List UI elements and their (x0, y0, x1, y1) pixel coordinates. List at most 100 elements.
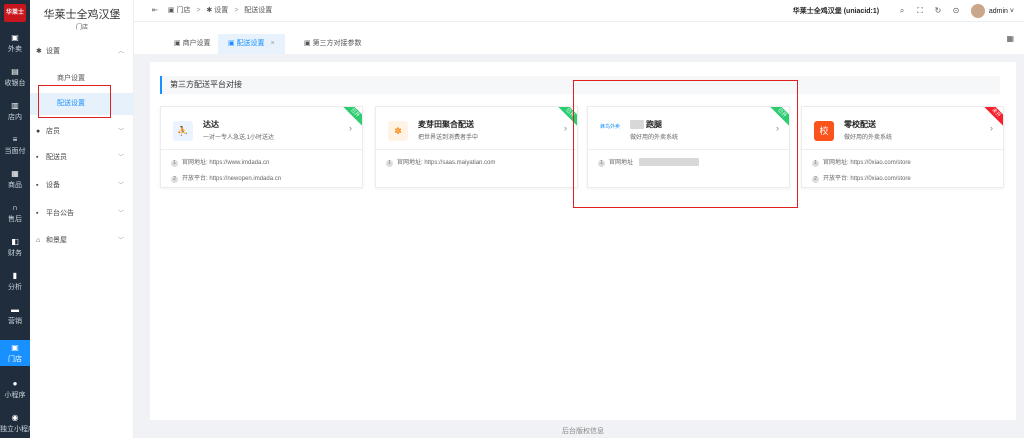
breadcrumb-store[interactable]: 门店 (176, 7, 190, 14)
lock-icon[interactable]: ⊙ (951, 0, 961, 22)
home-icon: ⌂ (36, 237, 41, 244)
nav-item-goods[interactable]: ▦ 商品 (0, 166, 30, 192)
chevron-down-icon: ﹀ (117, 183, 124, 189)
highlight-box-card (573, 80, 798, 208)
breadcrumb-settings[interactable]: 设置 (214, 7, 228, 14)
independent-miniapp-icon: ◉ (11, 413, 19, 422)
finance-icon: ◧ (11, 237, 19, 246)
highlight-box-delivery-menu (38, 85, 111, 118)
chevron-right-icon[interactable]: › (564, 123, 567, 133)
menu-courier[interactable]: ▪ 配送员 ﹀ (30, 150, 134, 166)
notice-icon: ▪ (36, 210, 39, 217)
top-bar: ⇤ ▣ 门店 > ✱ 设置 > 配送设置 华莱士全鸡汉堡 (uniacid:1)… (134, 0, 1024, 22)
card-desc: 把世界送到消费者手中 (418, 135, 479, 141)
nav-item-instore[interactable]: ▥ 店内 (0, 98, 30, 124)
chevron-up-icon: ︿ (117, 49, 124, 55)
store-name: 华莱士全鸡汉堡 (43, 9, 121, 21)
menu-settings[interactable]: ✱ 设置 ︿ (30, 44, 134, 60)
user-icon: ● (36, 128, 41, 135)
card-desc: 做好用的外卖系统 (844, 135, 893, 141)
card-title: 零校配送 (844, 120, 876, 129)
gear-icon: ✱ (36, 48, 42, 55)
card-row: 1 官网地址: https://saas.maiyatian.com (386, 157, 495, 167)
tab-third-party-params[interactable]: ▣ 第三方对接参数 (294, 34, 372, 54)
card-dada[interactable]: 已开 ⛹ 达达 一对一专人急送,1小时送达 › 1 官网地址: https://w… (160, 106, 363, 188)
chevron-down-icon[interactable]: ˅ (1008, 8, 1014, 15)
fullscreen-icon[interactable]: ⛶ (915, 0, 925, 22)
card-row: 1 官网地址: https://www.imdada.cn (171, 157, 269, 167)
breadcrumb: ⇤ ▣ 门店 > ✱ 设置 > 配送设置 (152, 7, 273, 14)
nav-item-cashier[interactable]: ▤ 收银台 (0, 64, 30, 90)
headset-icon: ∩ (12, 203, 18, 212)
footer: 后台版权信息 (562, 428, 604, 435)
store-icon: ▣ (174, 40, 183, 47)
chevron-right-icon[interactable]: › (349, 123, 352, 133)
chevron-down-icon: ﹀ (117, 129, 124, 135)
tab-merchant-settings[interactable]: ▣ 商户设置 (164, 34, 221, 54)
nav-item-marketing[interactable]: ▬ 营销 (0, 302, 30, 328)
card-maiyatian[interactable]: 已开 ✽ 麦芽田聚合配送 把世界送到消费者手中 › 1 官网地址: https:/… (375, 106, 578, 188)
avatar[interactable] (970, 4, 985, 19)
card-row: 1 官网地址: https://0xiao.com/store (812, 157, 911, 167)
menu-device[interactable]: ▪ 设备 ﹀ (30, 178, 134, 194)
close-icon[interactable]: × (271, 40, 275, 47)
refresh-icon[interactable]: ↻ (933, 0, 943, 22)
nav-item-independent-miniapp[interactable]: ◉ 独立小程序 (0, 410, 35, 436)
search-icon[interactable]: ⌕ (897, 0, 907, 22)
chevron-down-icon: ﹀ (117, 211, 124, 217)
nav-item-aftersale[interactable]: ∩ 售后 (0, 200, 30, 226)
card-title: 达达 (203, 120, 219, 129)
cashier-icon: ▤ (11, 67, 19, 76)
store-icon: ▥ (11, 101, 19, 110)
device-icon: ▪ (36, 182, 39, 189)
left-nav: 华莱士 ▣ 外卖 ▤ 收银台 ▥ 店内 ≡ 当面付 ▦ 商品 ∩ 售后 ◧ 财务 ▮ 分析 ▬ 营… (0, 0, 35, 438)
courier-icon: ▪ (36, 154, 39, 161)
nav-item-waimai[interactable]: ▣ 外卖 (0, 30, 30, 56)
store-icon: ▣ (167, 7, 175, 14)
store-subtitle: 门店 (75, 25, 88, 31)
chevron-down-icon: ﹀ (117, 238, 124, 244)
card-title: 麦芽田聚合配送 (418, 120, 474, 129)
menu-toggle-icon[interactable]: ⇤ (152, 7, 158, 14)
nav-item-finance[interactable]: ◧ 财务 (0, 234, 30, 260)
menu-clerk[interactable]: ● 店员 ﹀ (30, 124, 134, 140)
divider (161, 149, 362, 150)
chevron-down-icon: ﹀ (117, 155, 124, 161)
dada-logo-icon: ⛹ (173, 121, 193, 141)
top-right-area: 华莱士全鸡汉堡 (uniacid:1) ⌕ ⛶ ↻ ⊙ admin ˅ (793, 0, 1014, 22)
grid-icon[interactable]: ▦ (1006, 34, 1014, 43)
bag-icon: ▣ (11, 33, 19, 42)
chevron-right-icon[interactable]: › (990, 123, 993, 133)
card-desc: 一对一专人急送,1小时送达 (203, 135, 275, 141)
status-badge: 已开 (341, 107, 362, 127)
user-name[interactable]: admin (989, 8, 1008, 15)
chart-icon: ▮ (12, 271, 18, 280)
menu-notice[interactable]: ▪ 平台公告 ﹀ (30, 206, 134, 222)
divider (802, 149, 1003, 150)
miniapp-icon: ● (12, 379, 18, 388)
breadcrumb-current: 配送设置 (244, 7, 273, 14)
card-row: 2 开放平台: https://0xiao.com/store (812, 173, 911, 183)
status-badge: 未开 (982, 107, 1003, 127)
tab-delivery-settings[interactable]: ▣ 配送设置 × (218, 34, 285, 54)
nav-item-miniapp[interactable]: ● 小程序 (0, 376, 30, 402)
maiyatian-logo-icon: ✽ (388, 121, 408, 141)
card-row: 2 开放平台: https://newopen.imdada.cn (171, 173, 281, 183)
nav-item-store[interactable]: ▣ 门店 (0, 340, 30, 366)
nav-item-analysis[interactable]: ▮ 分析 (0, 268, 30, 294)
lingxiao-logo-icon: 校 (814, 121, 834, 141)
gear-icon: ✱ (206, 7, 213, 14)
shop-icon: ▣ (11, 343, 19, 352)
tabs-bar: ▣ 商户设置 ▣ 配送设置 × ▣ 第三方对接参数 ▦ (134, 22, 1024, 54)
store-icon: ▣ (304, 40, 313, 47)
store-icon: ▣ (228, 40, 237, 47)
marketing-icon: ▬ (11, 305, 19, 314)
goods-icon: ▦ (11, 169, 19, 178)
divider (376, 149, 577, 150)
store-title: 华莱士全鸡汉堡 (uniacid:1) (792, 8, 880, 15)
card-lingxiao[interactable]: 未开 校 零校配送 做好用的外卖系统 › 1 官网地址: https://0xia… (801, 106, 1004, 188)
menu-stock[interactable]: ⌂ 和景屋 ﹀ (30, 233, 134, 249)
app-logo[interactable]: 华莱士 (4, 4, 26, 22)
nav-item-facepay[interactable]: ≡ 当面付 (0, 132, 30, 158)
secondary-sidebar: 华莱士全鸡汉堡 门店 ✱ 设置 ︿ 商户设置 配送设置 ● 店员 ﹀ ▪ 配送员 ﹀ ▪ 设备… (30, 0, 134, 438)
